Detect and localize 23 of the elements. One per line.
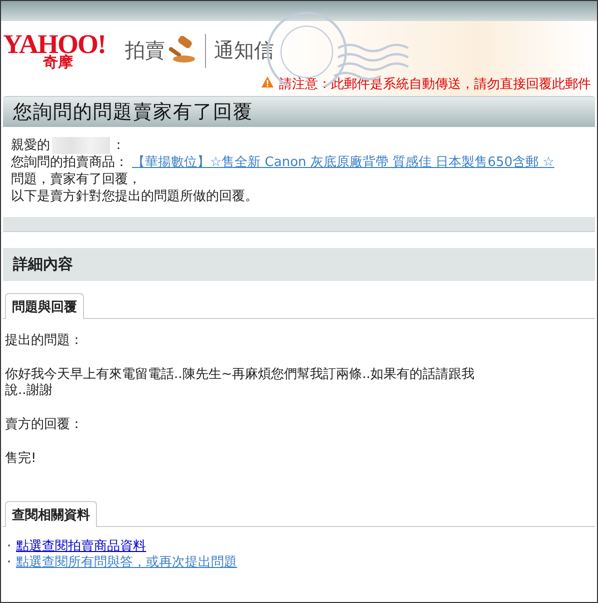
- item-link[interactable]: 【華揚數位】☆售全新 Canon 灰底原廠背帶 質感佳 日本製售650含郵 ☆: [132, 154, 554, 171]
- intro-text: 問題，賣家有了回覆，: [11, 171, 141, 188]
- logo-subtext: 奇摩: [43, 55, 73, 70]
- salutation-colon: ：: [112, 137, 125, 154]
- intro-text: 您詢問的拍賣商品：: [11, 154, 128, 171]
- section-tab[interactable]: 查閱相關資料: [5, 501, 97, 527]
- bullet: ·: [7, 555, 12, 571]
- related-link[interactable]: 點選查閱拍賣商品資料: [16, 539, 146, 555]
- question-label: 提出的問題：: [5, 333, 84, 349]
- warning-icon: [261, 76, 274, 88]
- related-link[interactable]: 點選查閱所有問與答，或再次提出問題: [16, 555, 238, 571]
- headline: 您詢問的問題賣家有了回覆: [13, 100, 253, 125]
- redacted-name: [52, 137, 110, 154]
- service-name: 拍賣: [125, 37, 165, 64]
- bullet: ·: [7, 539, 12, 555]
- section-tab[interactable]: 問題與回覆: [5, 293, 84, 319]
- answer-label: 賣方的回覆：: [5, 417, 84, 433]
- question-text: 你好我今天早上有來電留電話..陳先生~再麻煩您們幫我訂兩條..如果有的話請跟我說..謝謝: [5, 367, 476, 399]
- gavel-icon: [169, 34, 197, 62]
- answer-text: 售完!: [5, 451, 38, 467]
- section-header: 詳細內容: [3, 248, 595, 281]
- closing-text: 以下是賣方針對您提出的問題所做的回覆。: [11, 188, 259, 205]
- salutation: 親愛的: [11, 137, 50, 154]
